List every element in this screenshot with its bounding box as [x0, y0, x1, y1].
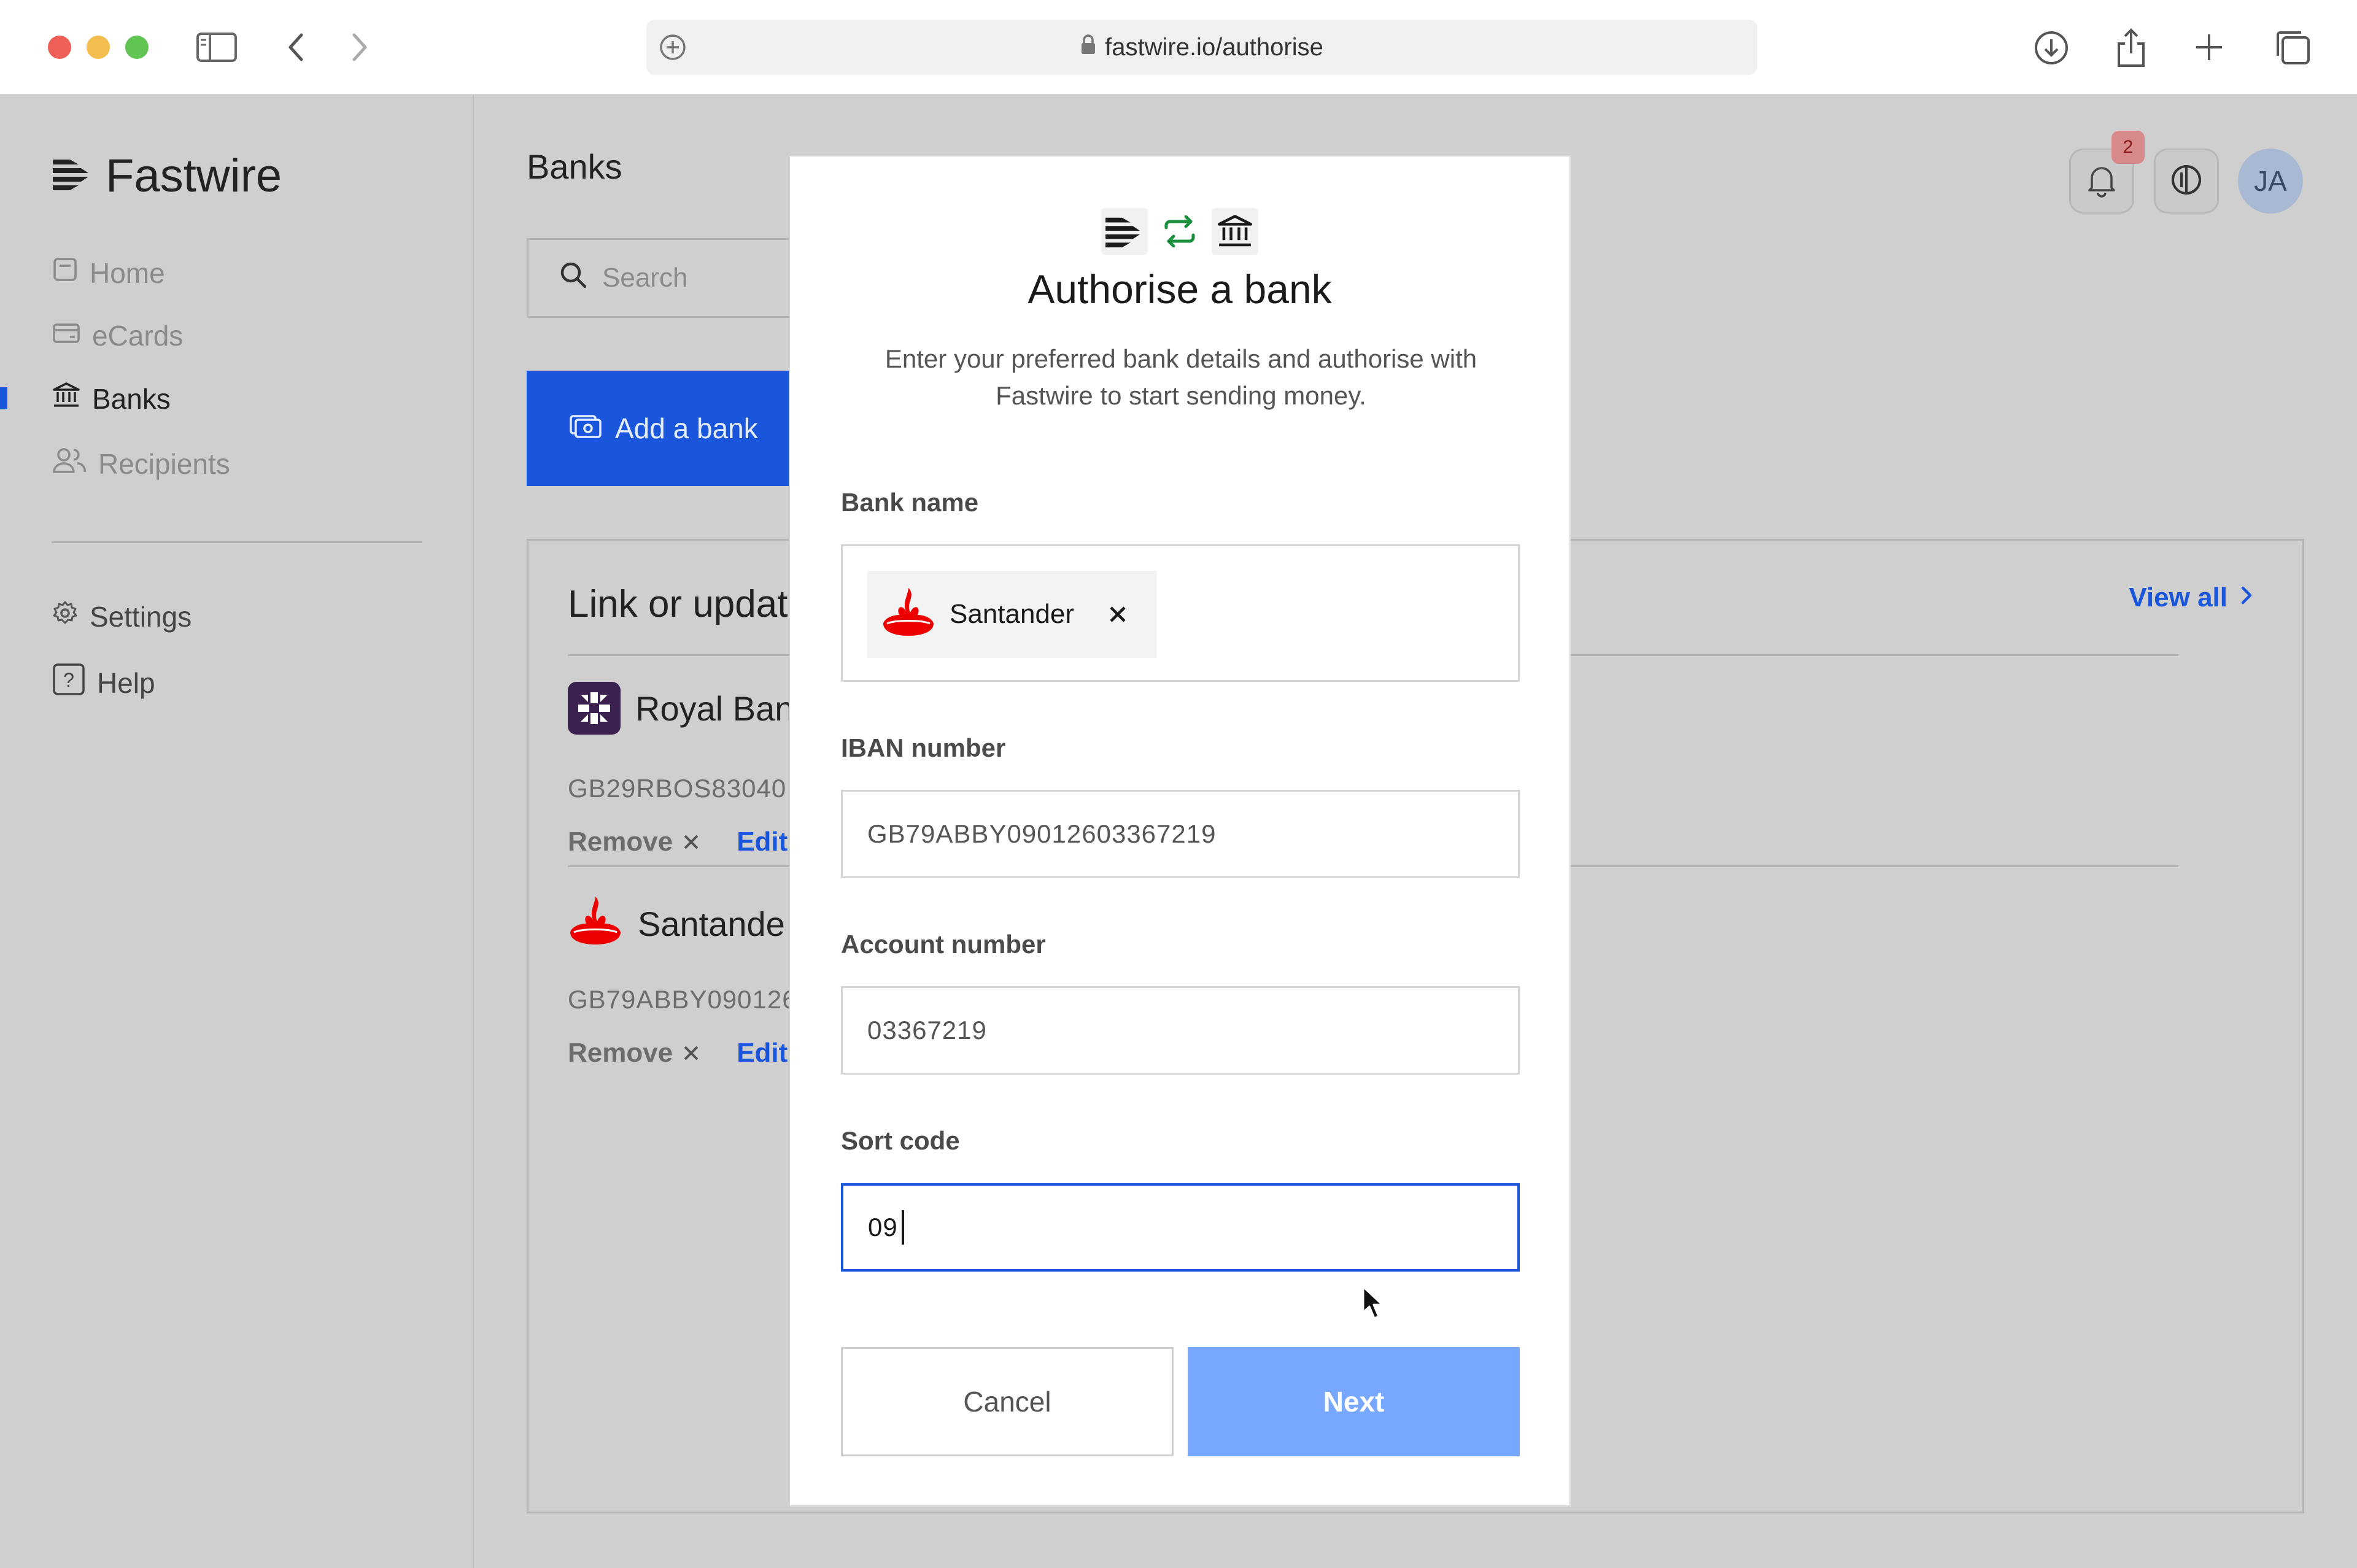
bank-icon [52, 381, 81, 416]
sidebar-item-help[interactable]: ? Help [52, 662, 155, 703]
close-window-button[interactable] [48, 36, 71, 59]
sidebar-item-label: Settings [90, 600, 192, 633]
active-nav-indicator [0, 387, 7, 409]
card-icon [52, 319, 81, 352]
remove-bank-button[interactable]: Remove [568, 827, 700, 857]
iban-input[interactable] [841, 790, 1520, 878]
modal-subtitle-line: Fastwire to start sending money. [996, 381, 1366, 410]
browser-toolbar: fastwire.io/authorise [0, 0, 2357, 95]
fastwire-logo-icon [1101, 208, 1148, 255]
chevron-right-icon [2240, 582, 2253, 613]
card-title: Link or updat [568, 583, 788, 625]
edit-bank-button[interactable]: Edit [737, 1038, 788, 1068]
bank-row-actions: Remove Edit [568, 827, 788, 857]
sidebar-toggle-icon[interactable] [195, 31, 238, 64]
new-tab-icon[interactable] [2193, 31, 2226, 64]
gear-icon [52, 600, 79, 633]
close-icon [683, 1038, 700, 1068]
view-all-label: View all [2129, 582, 2227, 612]
theme-toggle-button[interactable] [2154, 149, 2219, 214]
sidebar-item-ecards[interactable]: eCards [52, 319, 183, 352]
zoom-window-button[interactable] [125, 36, 149, 59]
sidebar-item-label: Help [97, 666, 155, 699]
sidebar-item-home[interactable]: Home [52, 256, 165, 290]
authorise-bank-modal: Authorise a bank Enter your preferred ba… [789, 155, 1571, 1507]
bank-row-actions: Remove Edit [568, 1038, 788, 1068]
add-bank-icon [568, 411, 603, 446]
remove-label: Remove [568, 827, 673, 857]
brand-logo[interactable]: Fastwire [52, 149, 282, 203]
sort-code-input[interactable] [841, 1183, 1520, 1272]
sidebar-item-banks[interactable]: Banks [52, 381, 171, 416]
sort-code-label: Sort code [841, 1126, 960, 1155]
account-number-input[interactable] [841, 986, 1520, 1075]
bank-name: Royal Ban [635, 689, 794, 728]
lock-icon [1080, 34, 1096, 61]
search-placeholder: Search [602, 263, 688, 293]
bank-icon [1212, 208, 1258, 255]
sidebar-item-label: eCards [92, 320, 184, 352]
help-icon: ? [52, 662, 86, 703]
sidebar-item-label: Banks [92, 382, 171, 415]
clear-bank-icon[interactable] [1109, 605, 1127, 624]
share-icon[interactable] [2114, 27, 2148, 69]
remove-label: Remove [568, 1038, 673, 1068]
add-bank-button[interactable]: Add a bank [527, 371, 797, 486]
bell-icon [2086, 162, 2118, 201]
url-text[interactable]: fastwire.io/authorise [1105, 34, 1323, 61]
bank-name-label: Bank name [841, 488, 979, 517]
notification-badge: 2 [2111, 131, 2145, 164]
next-button[interactable]: Next [1188, 1347, 1520, 1456]
mouse-cursor-icon [1361, 1285, 1386, 1324]
fastwire-logo-icon [52, 149, 93, 203]
avatar[interactable]: JA [2238, 149, 2303, 214]
bank-row-name: Santande [568, 894, 785, 954]
account-number-label: Account number [841, 930, 1046, 959]
home-icon [52, 256, 79, 290]
cancel-button[interactable]: Cancel [841, 1347, 1174, 1456]
svg-text:?: ? [63, 669, 74, 691]
santander-logo-icon [568, 894, 623, 954]
transfer-icon [1156, 208, 1203, 255]
users-icon [52, 446, 87, 481]
minimize-window-button[interactable] [87, 36, 110, 59]
close-icon [683, 827, 700, 857]
contrast-icon [2169, 163, 2204, 200]
brand-name: Fastwire [106, 150, 282, 202]
iban-label: IBAN number [841, 733, 1006, 762]
sidebar-item-label: Home [90, 257, 165, 289]
bank-iban: GB79ABBY090126 [568, 985, 797, 1014]
edit-bank-button[interactable]: Edit [737, 827, 788, 857]
sidebar-divider [52, 541, 422, 543]
back-icon[interactable] [284, 31, 308, 64]
bank-iban: GB29RBOS83040 [568, 774, 787, 803]
sidebar: Fastwire Home eCards Banks Recipients Se… [0, 95, 474, 1568]
tab-overview-icon[interactable] [2274, 28, 2312, 66]
modal-subtitle-line: Enter your preferred bank details and au… [884, 344, 1477, 373]
modal-subtitle: Enter your preferred bank details and au… [845, 341, 1517, 414]
search-icon [559, 261, 587, 296]
address-bar[interactable]: fastwire.io/authorise [646, 20, 1757, 75]
bank-name-field[interactable]: Santander [841, 544, 1520, 682]
search-input[interactable]: Search [527, 238, 821, 318]
sidebar-item-settings[interactable]: Settings [52, 600, 192, 633]
selected-bank-name: Santander [950, 599, 1075, 629]
santander-logo-icon [881, 585, 936, 644]
remove-bank-button[interactable]: Remove [568, 1038, 700, 1068]
page-title: Banks [527, 147, 622, 186]
text-caret [902, 1210, 904, 1245]
modal-icon-row [790, 208, 1569, 255]
view-all-link[interactable]: View all [2129, 582, 2253, 613]
add-bank-label: Add a bank [615, 412, 758, 444]
modal-title: Authorise a bank [1028, 266, 1332, 312]
download-icon[interactable] [2033, 29, 2070, 66]
sidebar-item-label: Recipients [98, 447, 230, 480]
sidebar-item-recipients[interactable]: Recipients [52, 446, 230, 481]
rbs-logo-icon [568, 682, 621, 735]
bank-row-name: Royal Ban [568, 682, 794, 735]
forward-icon[interactable] [347, 31, 372, 64]
selected-bank-chip: Santander [867, 571, 1157, 658]
bank-name: Santande [638, 905, 785, 943]
